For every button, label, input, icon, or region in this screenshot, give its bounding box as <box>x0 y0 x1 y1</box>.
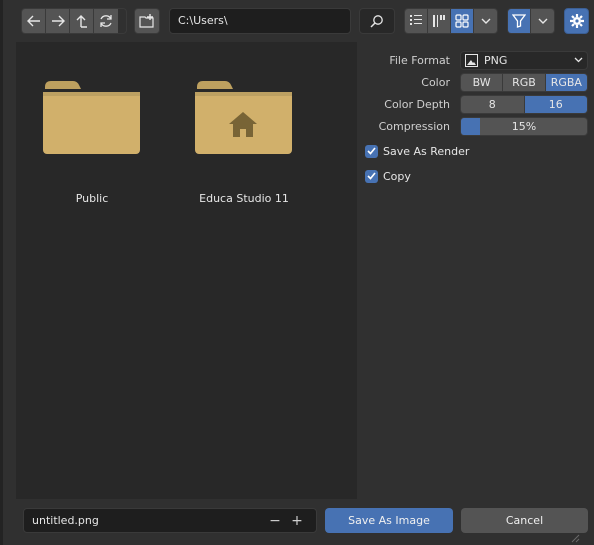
compression-slider[interactable]: 15% <box>460 116 588 136</box>
cancel-button[interactable]: Cancel <box>461 508 588 533</box>
filename-field[interactable]: untitled.png − + <box>23 508 317 533</box>
file-format-row: File Format PNG <box>364 50 588 70</box>
compression-row: Compression 15% <box>364 116 588 136</box>
color-option-bw[interactable]: BW <box>461 73 504 91</box>
color-row: Color BW RGB RGBA <box>364 72 588 92</box>
save-as-render-checkbox[interactable]: Save As Render <box>365 142 469 160</box>
home-folder-icon <box>195 81 292 154</box>
compression-value: 15% <box>511 119 537 133</box>
horizontal-list-icon[interactable] <box>428 9 452 33</box>
file-format-dropdown[interactable]: PNG <box>460 50 588 70</box>
forward-arrow-icon[interactable] <box>46 9 70 33</box>
resize-grip-icon[interactable] <box>570 533 580 543</box>
directory-path-field[interactable]: C:\Users\ <box>169 8 351 34</box>
folder-label: Public <box>75 192 109 205</box>
gear-icon[interactable] <box>564 8 589 34</box>
chevron-down-icon[interactable] <box>474 9 497 33</box>
increment-button[interactable]: + <box>286 513 308 529</box>
file-format-label: File Format <box>389 53 450 67</box>
color-depth-label: Color Depth <box>384 97 450 111</box>
vertical-list-icon[interactable] <box>405 9 429 33</box>
folder-icon <box>43 81 140 154</box>
folder-label: Educa Studio 11 <box>199 192 289 205</box>
compression-label: Compression <box>378 119 450 133</box>
color-depth-option-8[interactable]: 8 <box>461 95 525 113</box>
file-browser-window: C:\Users\ Public Educa Studio 11 File Fo… <box>0 0 594 545</box>
search-icon[interactable] <box>359 8 395 34</box>
display-mode-group <box>404 8 498 34</box>
thumbnails-icon[interactable] <box>451 9 475 33</box>
new-folder-icon[interactable] <box>134 8 160 34</box>
filter-icon[interactable] <box>508 9 532 33</box>
save-as-render-label: Save As Render <box>383 144 470 158</box>
copy-checkbox[interactable]: Copy <box>365 167 411 185</box>
file-browser-area: Public Educa Studio 11 <box>16 42 357 499</box>
file-format-value: PNG <box>484 53 508 67</box>
back-arrow-icon[interactable] <box>22 9 46 33</box>
color-depth-option-16[interactable]: 16 <box>524 95 587 113</box>
checkbox-checked-icon <box>365 169 378 183</box>
navigation-group <box>21 8 127 34</box>
folder-item-home[interactable]: Educa Studio 11 <box>189 79 299 205</box>
color-option-rgb[interactable]: RGB <box>503 73 546 91</box>
folder-item-public[interactable]: Public <box>37 79 147 205</box>
refresh-icon[interactable] <box>94 9 118 33</box>
color-depth-row: Color Depth 8 16 <box>364 94 588 114</box>
decrement-button[interactable]: − <box>264 513 286 529</box>
color-label: Color <box>421 75 450 89</box>
chevron-down-icon <box>574 57 583 63</box>
checkbox-checked-icon <box>365 144 378 158</box>
parent-dir-icon[interactable] <box>70 9 94 33</box>
copy-label: Copy <box>383 169 411 183</box>
filter-group <box>507 8 555 34</box>
save-as-image-button[interactable]: Save As Image <box>325 508 453 533</box>
color-selector: BW RGB RGBA <box>460 72 588 92</box>
image-icon <box>465 53 478 67</box>
filename-value: untitled.png <box>32 514 99 527</box>
chevron-down-icon[interactable] <box>531 9 554 33</box>
color-option-rgba[interactable]: RGBA <box>545 73 587 91</box>
color-depth-selector: 8 16 <box>460 94 588 114</box>
